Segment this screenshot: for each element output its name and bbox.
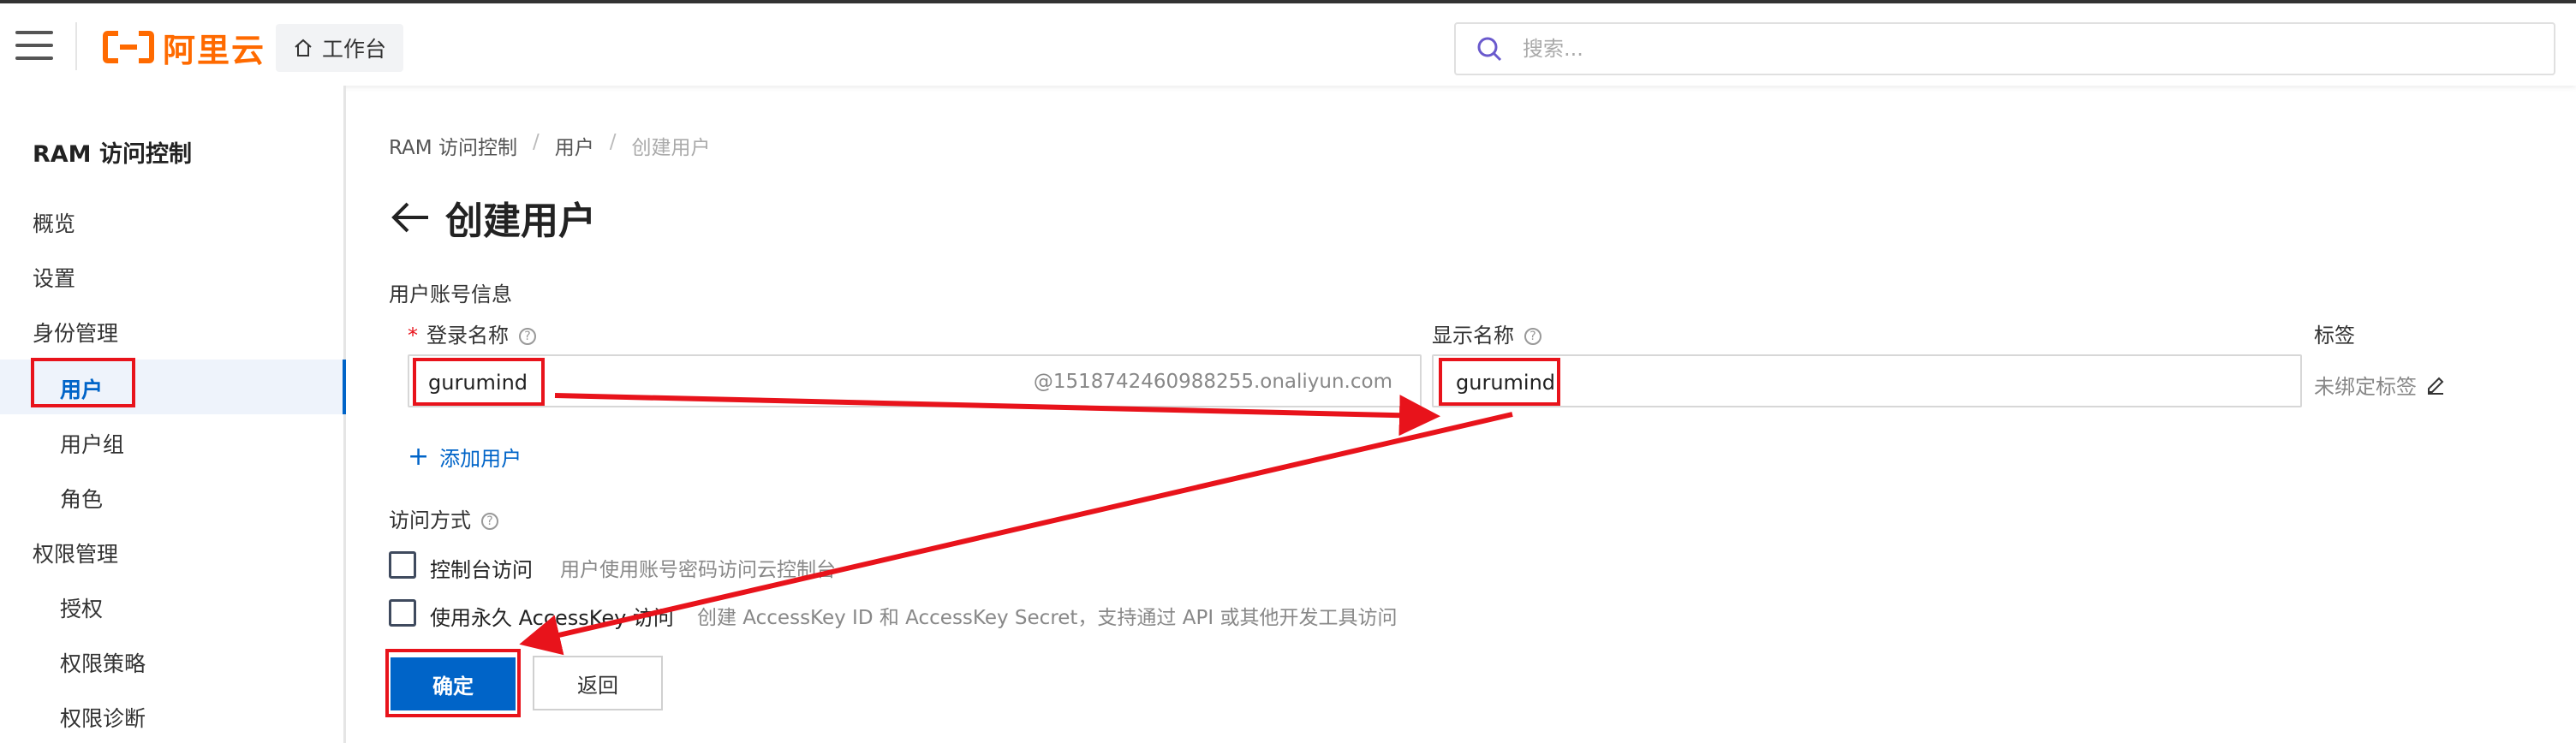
sidebar-item-permissions[interactable]: 权限管理 [33, 538, 118, 568]
breadcrumb-separator: / [609, 131, 617, 153]
accesskey-label[interactable]: 使用永久 AccessKey 访问 [430, 601, 674, 631]
plus-icon: + [408, 441, 430, 472]
sidebar: RAM 访问控制 概览 设置 身份管理 用户 用户组 角色 权限管理 授权 权限… [0, 86, 346, 743]
page-title: 创建用户 [389, 190, 596, 245]
access-method-label-text: 访问方式 [389, 508, 471, 532]
display-name-label: 显示名称? [1432, 318, 1541, 348]
sidebar-item-settings[interactable]: 设置 [33, 262, 75, 293]
back-button[interactable]: 返回 [533, 656, 663, 710]
breadcrumb-separator: / [532, 131, 540, 153]
search-bar[interactable] [1454, 22, 2555, 75]
search-icon [1477, 37, 1502, 62]
display-name-label-text: 显示名称 [1432, 324, 1514, 348]
breadcrumb-current: 创建用户 [631, 137, 711, 159]
display-name-input[interactable]: gurumind [1432, 354, 2302, 407]
logo[interactable]: 阿里云 [103, 26, 266, 69]
aliyun-logo-icon [103, 31, 154, 63]
annotation-box-confirm [385, 649, 521, 717]
help-icon[interactable]: ? [519, 328, 536, 345]
accesskey-checkbox[interactable] [389, 599, 416, 627]
accesskey-desc: 创建 AccessKey ID 和 AccessKey Secret，支持通过 … [697, 607, 1398, 629]
back-arrow-icon[interactable] [389, 200, 430, 235]
sidebar-item-identity[interactable]: 身份管理 [33, 317, 118, 348]
login-name-suffix: @1518742460988255.onaliyun.com [1033, 371, 1392, 393]
annotation-box-users [31, 358, 135, 407]
help-icon[interactable]: ? [481, 513, 498, 530]
page-title-text: 创建用户 [445, 199, 596, 243]
sidebar-item-diagnosis[interactable]: 权限诊断 [60, 702, 146, 733]
annotation-box-login-name [413, 358, 545, 406]
breadcrumb-ram[interactable]: RAM 访问控制 [389, 131, 517, 160]
tag-value-text: 未绑定标签 [2314, 375, 2417, 399]
sidebar-item-overview[interactable]: 概览 [33, 207, 75, 238]
workbench-label: 工作台 [322, 37, 387, 62]
sidebar-item-roles[interactable]: 角色 [60, 483, 103, 514]
help-icon[interactable]: ? [1524, 328, 1541, 345]
edit-icon[interactable] [2425, 375, 2446, 395]
sidebar-item-user-groups[interactable]: 用户组 [60, 428, 124, 459]
sidebar-item-grants[interactable]: 授权 [60, 592, 103, 623]
breadcrumb: RAM 访问控制 / 用户 / 创建用户 [389, 131, 710, 160]
menu-icon[interactable] [15, 29, 53, 62]
top-bar: 阿里云 工作台 [0, 0, 2576, 86]
logo-text: 阿里云 [163, 31, 266, 69]
console-access-label[interactable]: 控制台访问 [430, 553, 533, 583]
breadcrumb-users[interactable]: 用户 [555, 131, 594, 160]
login-name-label: * 登录名称? [408, 318, 536, 348]
login-name-label-text: 登录名称 [426, 324, 509, 348]
required-mark: * [408, 324, 418, 348]
divider [75, 22, 77, 70]
home-icon [295, 39, 312, 56]
console-access-desc: 用户使用账号密码访问云控制台 [560, 559, 836, 581]
sidebar-item-policies[interactable]: 权限策略 [60, 647, 146, 678]
tag-value[interactable]: 未绑定标签 [2314, 370, 2446, 400]
tag-label: 标签 [2314, 324, 2355, 348]
sidebar-title: RAM 访问控制 [33, 141, 192, 168]
console-access-checkbox[interactable] [389, 551, 416, 579]
search-input[interactable] [1523, 37, 2465, 61]
add-user-button[interactable]: + 添加用户 [408, 442, 522, 472]
workbench-button[interactable]: 工作台 [276, 24, 404, 72]
login-name-input[interactable]: gurumind @1518742460988255.onaliyun.com [408, 354, 1422, 407]
add-user-label: 添加用户 [439, 447, 522, 471]
access-method-label: 访问方式? [389, 503, 498, 533]
annotation-box-display-name [1439, 358, 1560, 406]
section-account-info: 用户账号信息 [389, 282, 512, 306]
